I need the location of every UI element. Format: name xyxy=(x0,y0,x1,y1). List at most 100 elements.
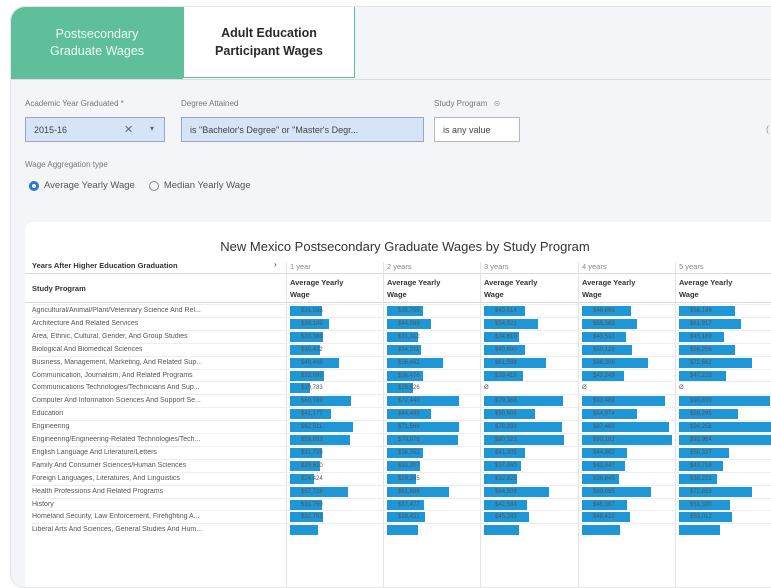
column-header-year: 4 years xyxy=(582,262,607,271)
table-row[interactable]: Architecture And Related Services $39,149… xyxy=(32,316,771,331)
degree-value: is "Bachelor's Degree" or "Master's Degr… xyxy=(190,124,359,135)
column-header-year: 5 years xyxy=(679,262,704,271)
wage-value: $48,422 xyxy=(593,514,615,521)
study-program-filter[interactable]: is any value xyxy=(434,117,520,142)
wage-value: $34,619 xyxy=(495,333,517,340)
expand-columns-icon[interactable]: › xyxy=(274,260,277,269)
table-row[interactable]: Computer And Information Sciences And Su… xyxy=(32,394,771,408)
tab-adult-education-participant-wages[interactable]: Adult Education Participant Wages xyxy=(183,7,355,78)
radio-label-median: Median Yearly Wage xyxy=(163,180,251,191)
wage-value: $40,514 xyxy=(495,308,517,314)
table-row[interactable]: Homeland Security, Law Enforcement, Fire… xyxy=(32,510,771,524)
table-row[interactable]: Family And Consumer Sciences/Human Scien… xyxy=(32,458,771,473)
column-header-measure: Average Yearly Wage xyxy=(290,277,343,301)
chevron-down-icon[interactable]: ▾ xyxy=(150,124,154,133)
wage-value: $37,060 xyxy=(495,462,517,469)
column-header-measure: Average Yearly Wage xyxy=(582,277,635,301)
wage-value: $41,177 xyxy=(301,411,323,418)
measure-label-line2: Wage xyxy=(484,290,504,299)
degree-filter[interactable]: is "Bachelor's Degree" or "Master's Degr… xyxy=(181,117,424,142)
wage-value: Ø xyxy=(679,385,684,392)
wage-value: $50,605 xyxy=(495,411,517,418)
wage-value: $30,432 xyxy=(301,346,323,353)
table-row[interactable]: Communication, Journalism, And Related P… xyxy=(32,368,771,383)
close-icon[interactable]: ✕ xyxy=(124,123,133,136)
wage-value: $83,489 xyxy=(593,398,615,405)
tab-label-line1: Postsecondary xyxy=(55,27,139,41)
wage-value: $44,099 xyxy=(398,320,420,327)
study-program-name: Computer And Information Sciences And Su… xyxy=(32,397,201,405)
table-row[interactable]: Foreign Languages, Literatures, And Ling… xyxy=(32,471,771,486)
table-row[interactable]: Agricultural/Animal/Plant/Veterinary Sci… xyxy=(32,304,771,318)
wage-value: $36,845 xyxy=(593,475,615,482)
wage-value: $37,477 xyxy=(398,501,420,508)
wage-value: $38,431 xyxy=(398,514,420,521)
wage-value: $57,728 xyxy=(301,488,323,495)
wage-value: $39,149 xyxy=(301,320,323,327)
header-divider xyxy=(25,273,771,274)
study-program-name: Engineering/Engineering-Related Technolo… xyxy=(32,436,201,443)
table-row[interactable]: Liberal Arts And Sciences, General Studi… xyxy=(32,523,771,537)
table-row[interactable]: Education $41,177 $44,485 $50,605 $54,974 $59… xyxy=(32,407,771,421)
wage-value: $34,311 xyxy=(398,346,420,353)
column-header-measure: Average Yearly Wage xyxy=(679,277,732,301)
wage-aggregation-radio-group: Average Yearly Wage Median Yearly Wage xyxy=(29,180,251,191)
table-row[interactable]: Biological And Biomedical Sciences $30,43… xyxy=(32,342,771,357)
wage-value: $43,047 xyxy=(593,462,615,469)
table-row[interactable]: Communications Technologies/Technicians … xyxy=(32,381,771,395)
table-row[interactable]: Health Professions And Related Programs $… xyxy=(32,484,771,499)
column-header-year: 1 year xyxy=(290,262,311,271)
table-row[interactable]: Engineering $62,511 $71,569 $78,393 $87,460 $… xyxy=(32,420,771,434)
wage-value: $48,666 xyxy=(593,308,615,314)
academic-year-select[interactable]: 2015-16 ✕ ▾ xyxy=(25,117,165,142)
study-program-name: Homeland Security, Law Enforcement, Fire… xyxy=(32,513,200,521)
wage-value: $33,207 xyxy=(398,462,420,469)
wage-value: $66,306 xyxy=(593,359,615,366)
wage-value: $36,476 xyxy=(398,372,420,379)
table-row[interactable]: Area, Ethnic, Cultural, Gender, And Grou… xyxy=(32,329,771,344)
wages-table-panel: New Mexico Postsecondary Graduate Wages … xyxy=(25,222,771,587)
table-row[interactable]: Business, Management, Marketing, And Rel… xyxy=(32,355,771,370)
measure-label-line2: Wage xyxy=(387,290,407,299)
wage-value: $62,511 xyxy=(301,424,323,431)
study-program-label: Study Program ⊝ xyxy=(434,99,500,108)
wage-value: $71,569 xyxy=(398,424,420,431)
overflow-marker: ( xyxy=(766,124,769,134)
wage-value: $36,352 xyxy=(398,449,420,456)
wage-value: $72,440 xyxy=(398,398,420,405)
table-row[interactable]: English Language And Literature/Letters $… xyxy=(32,445,771,460)
table-row[interactable]: Engineering/Engineering-Related Technolo… xyxy=(32,433,771,447)
measure-label-line2: Wage xyxy=(679,290,699,299)
tab-postsecondary-graduate-wages[interactable]: Postsecondary Graduate Wages xyxy=(11,7,183,79)
table-row[interactable]: History $31,750 $37,477 $42,584 $45,387 $51,3… xyxy=(32,497,771,512)
wage-value: $54,974 xyxy=(593,411,615,418)
dashboard-card: Postsecondary Graduate Wages Adult Educat… xyxy=(10,6,771,588)
measure-label-line1: Average Yearly xyxy=(387,278,441,287)
wage-value: $61,598 xyxy=(495,359,517,366)
wage-value: $56,199 xyxy=(690,308,712,314)
measure-label-line2: Wage xyxy=(290,290,310,299)
wage-value: $29,245 xyxy=(398,475,420,482)
study-program-name: Agricultural/Animal/Plant/Veterinary Sci… xyxy=(32,307,201,314)
wage-value: $33,368 xyxy=(301,333,323,340)
wage-value: $60,789 xyxy=(301,398,323,405)
wage-value: $90,161 xyxy=(593,437,615,443)
study-program-name: Education xyxy=(32,410,64,418)
wage-value: $49,468 xyxy=(301,359,323,366)
wage-value: $33,899 xyxy=(301,372,323,379)
column-header-measure: Average Yearly Wage xyxy=(387,277,440,301)
wage-bar xyxy=(582,525,620,536)
wage-value: $50,128 xyxy=(593,346,615,353)
wage-value: $24,424 xyxy=(301,475,323,482)
wage-value: $64,509 xyxy=(495,488,517,495)
wage-value: $61,917 xyxy=(690,320,712,327)
measure-label-line2: Wage xyxy=(582,290,602,299)
measure-label-line1: Average Yearly xyxy=(290,278,344,287)
wage-value: $44,485 xyxy=(398,411,420,418)
wage-value: $56,256 xyxy=(690,346,712,353)
radio-average-yearly-wage[interactable] xyxy=(29,180,39,191)
radio-median-yearly-wage[interactable] xyxy=(148,180,159,191)
study-program-value: is any value xyxy=(443,124,491,135)
study-program-name: Family And Consumer Sciences/Human Scien… xyxy=(32,461,187,469)
wage-value: $41,305 xyxy=(495,449,517,456)
